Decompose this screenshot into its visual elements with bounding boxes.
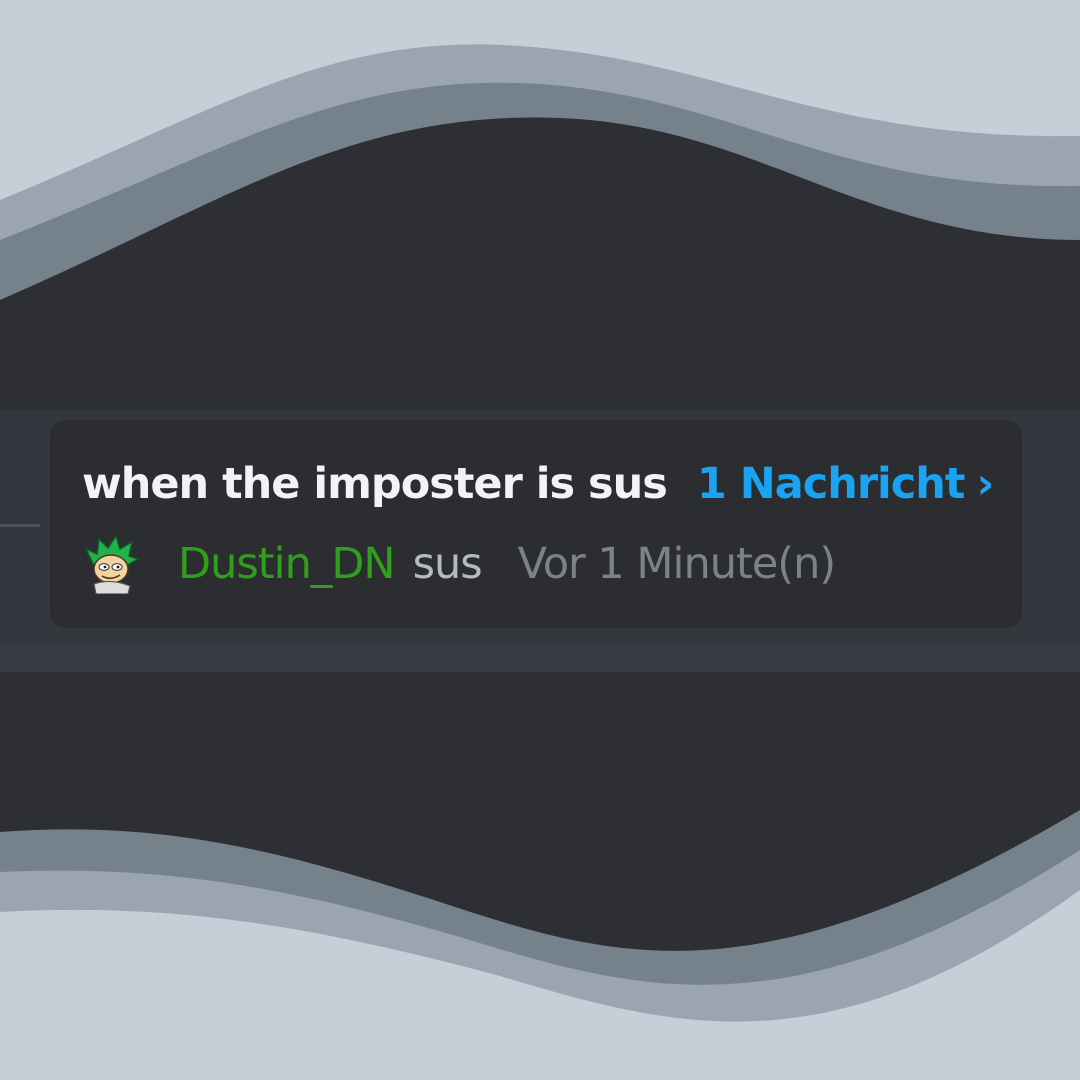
last-message-row: Dustin_DN sus Vor 1 Minute(n) [82,530,836,598]
thread-title[interactable]: when the imposter is sus [82,459,668,509]
avatar[interactable] [82,534,142,594]
message-preview: sus [412,539,483,589]
chevron-right-icon[interactable]: › [976,459,994,509]
timestamp: Vor 1 Minute(n) [517,539,836,589]
message-divider-band [0,644,1080,672]
stage: when the imposter is sus 1 Nachricht › D… [0,0,1080,1080]
message-count-link[interactable]: 1 Nachricht [697,459,966,509]
thread-spine-line [0,524,40,527]
thread-title-row: when the imposter is sus 1 Nachricht › [82,452,994,516]
author-name[interactable]: Dustin_DN [178,539,396,589]
